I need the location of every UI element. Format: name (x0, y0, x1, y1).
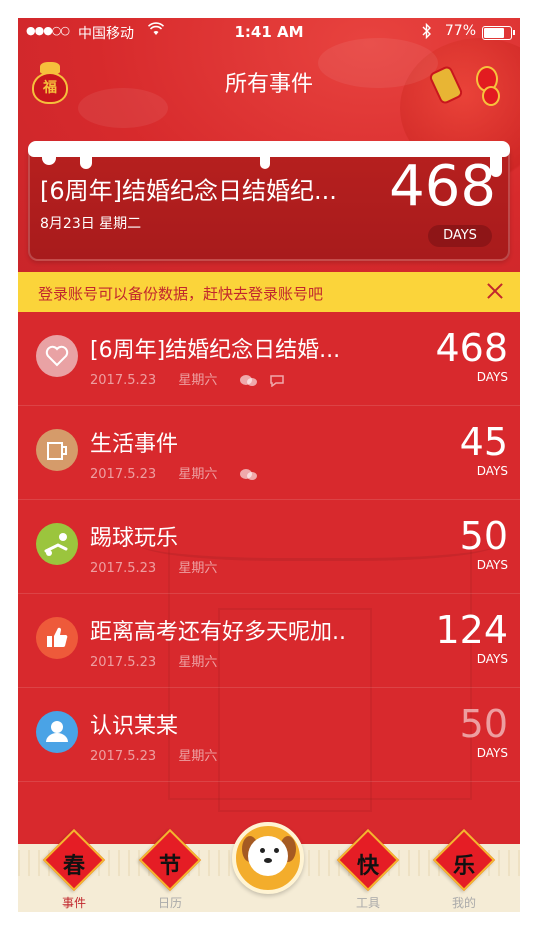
event-days-count: 50 (459, 514, 508, 558)
featured-event-date: 8月23日 星期二 (40, 216, 142, 232)
event-meta: 2017.5.23 星期六 (90, 745, 235, 764)
event-date: 2017.5.23 (90, 467, 157, 482)
login-banner[interactable]: 登录账号可以备份数据，赶快去登录账号吧 (18, 272, 520, 312)
person-icon (36, 711, 78, 753)
wechat-icon (240, 375, 258, 386)
cup-icon (36, 429, 78, 471)
snow-decoration (80, 153, 92, 169)
close-icon[interactable] (482, 278, 508, 304)
lantern-icon (482, 86, 500, 106)
featured-days-unit: DAYS (428, 225, 492, 247)
tab-char: 春 (62, 854, 85, 879)
tab-char: 节 (158, 854, 181, 879)
dog-face-icon (248, 836, 288, 876)
event-days-count: 45 (459, 420, 508, 464)
event-title: 生活事件 (90, 432, 179, 457)
snow-decoration (260, 153, 270, 169)
event-date: 2017.5.23 (90, 373, 157, 388)
featured-days-count: 468 (389, 154, 496, 219)
event-days-unit: DAYS (476, 464, 508, 478)
featured-event-title: [6周年]结婚纪念日结婚纪... (40, 177, 337, 205)
tab-label: 我的 (451, 896, 476, 910)
soccer-icon (36, 523, 78, 565)
event-list: [6周年]结婚纪念日结婚... 2017.5.23 星期六 468 DAYS 生… (18, 312, 520, 782)
comment-icon (269, 375, 284, 387)
wechat-icon (240, 469, 258, 480)
event-meta: 2017.5.23 星期六 (90, 651, 235, 670)
event-days-unit: DAYS (476, 746, 508, 760)
bluetooth-icon (422, 22, 432, 43)
event-days-count: 124 (435, 608, 508, 652)
event-date: 2017.5.23 (90, 749, 157, 764)
event-row[interactable]: 生活事件 2017.5.23 星期六 45 DAYS (18, 406, 520, 500)
event-days-unit: DAYS (476, 652, 508, 666)
event-meta: 2017.5.23 星期六 (90, 557, 235, 576)
dog-eye (260, 848, 265, 853)
featured-event-card[interactable]: [6周年]结婚纪念日结婚纪... 8月23日 星期二 468 DAYS (28, 141, 510, 261)
event-meta: 2017.5.23 星期六 (90, 463, 263, 482)
event-days-count: 468 (435, 326, 508, 370)
tab-calendar[interactable]: 节 日历 (130, 828, 210, 912)
firecracker-decoration (427, 64, 465, 106)
firecracker-icon[interactable] (426, 58, 506, 118)
event-title: 距离高考还有好多天呢加.. (90, 620, 346, 645)
dog-eye (274, 848, 279, 853)
event-days-count: 50 (459, 702, 508, 746)
event-weekday: 星期六 (178, 561, 218, 576)
tab-label: 事件 (61, 896, 86, 910)
event-date: 2017.5.23 (90, 655, 157, 670)
event-title: 认识某某 (90, 714, 179, 739)
heart-icon (36, 335, 78, 377)
tab-label: 工具 (355, 896, 380, 910)
add-event-dog-button[interactable] (232, 822, 304, 894)
tab-mine[interactable]: 乐 我的 (424, 828, 504, 912)
status-bar: ●●●○○ 中国移动 1:41 AM 77% (18, 18, 520, 46)
tab-char: 快 (356, 854, 379, 879)
app-screen: ●●●○○ 中国移动 1:41 AM 77% 福 所有事件 [6周年]结婚纪念日… (18, 18, 520, 912)
event-weekday: 星期六 (178, 655, 218, 670)
event-row[interactable]: 踢球玩乐 2017.5.23 星期六 50 DAYS (18, 500, 520, 594)
tab-events[interactable]: 春 事件 (34, 828, 114, 912)
event-row[interactable]: [6周年]结婚纪念日结婚... 2017.5.23 星期六 468 DAYS (18, 312, 520, 406)
battery-icon (482, 26, 515, 40)
event-weekday: 星期六 (178, 467, 218, 482)
event-meta: 2017.5.23 星期六 (90, 369, 292, 388)
event-title: 踢球玩乐 (90, 526, 179, 551)
event-row[interactable]: 认识某某 2017.5.23 星期六 50 DAYS (18, 688, 520, 782)
tab-bar: 春 事件 节 日历 快 工具 乐 我的 (18, 822, 520, 912)
event-title: [6周年]结婚纪念日结婚... (90, 338, 341, 363)
tab-char: 乐 (452, 854, 475, 879)
event-date: 2017.5.23 (90, 561, 157, 576)
thumbs-up-icon (36, 617, 78, 659)
battery-percentage: 77% (444, 23, 476, 39)
tab-tools[interactable]: 快 工具 (328, 828, 408, 912)
tab-label: 日历 (157, 896, 182, 910)
event-days-unit: DAYS (476, 370, 508, 384)
event-days-unit: DAYS (476, 558, 508, 572)
event-weekday: 星期六 (178, 373, 218, 388)
login-banner-text[interactable]: 登录账号可以备份数据，赶快去登录账号吧 (38, 283, 323, 304)
dog-nose (264, 858, 272, 863)
event-row[interactable]: 距离高考还有好多天呢加.. 2017.5.23 星期六 124 DAYS (18, 594, 520, 688)
event-weekday: 星期六 (178, 749, 218, 764)
